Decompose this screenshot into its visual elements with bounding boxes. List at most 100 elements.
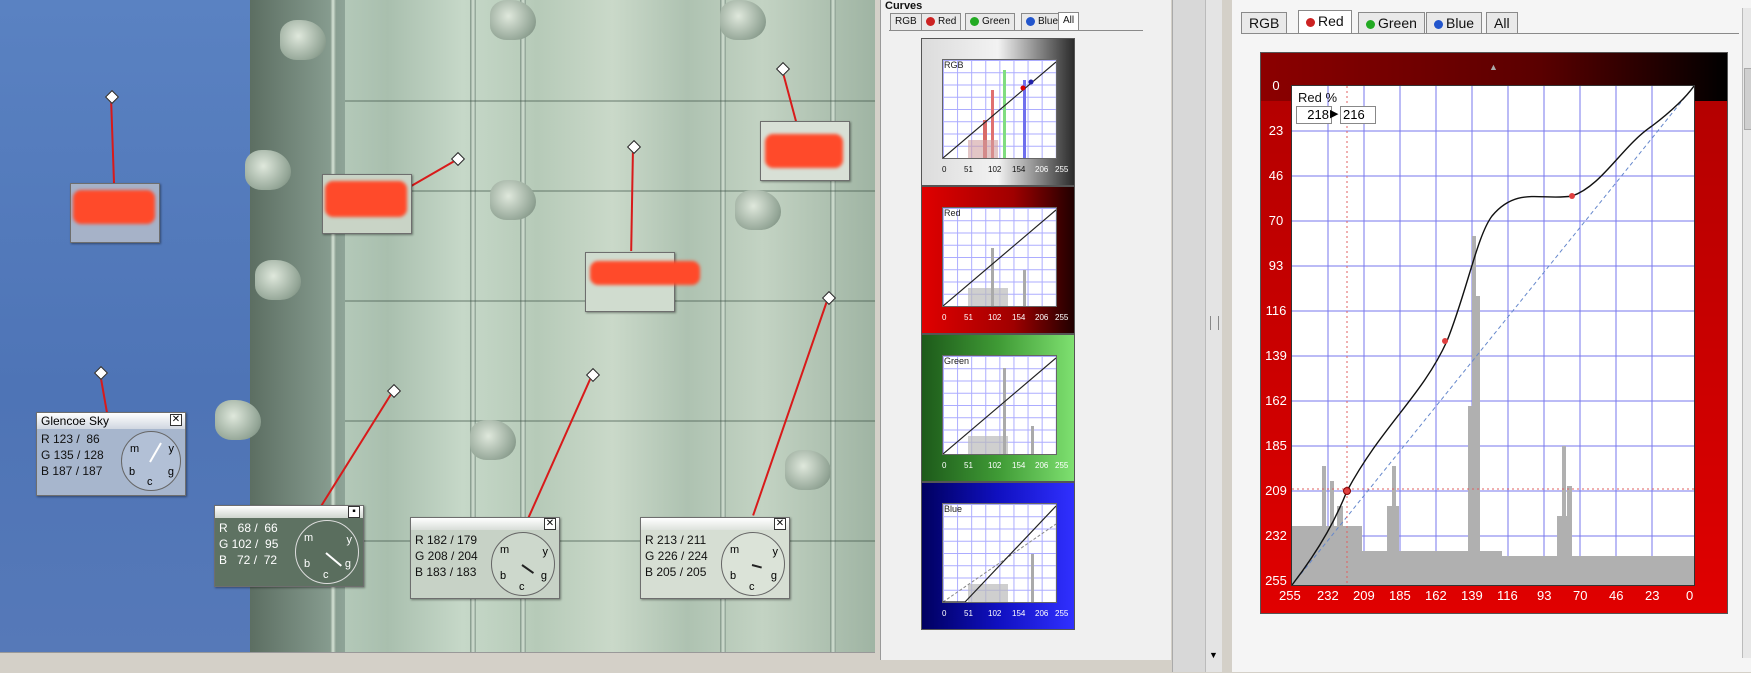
vertical-scrollbar[interactable]: [1742, 8, 1751, 658]
mini-curve-green[interactable]: Green 0 51 102 154 206 255: [921, 334, 1075, 482]
pin-icon[interactable]: ▪: [348, 506, 360, 518]
probe-window[interactable]: ✕ R 213 / 211 G 226 / 224 B 205 / 205 m …: [640, 517, 790, 599]
x-tick: 46: [1609, 588, 1624, 603]
x-tick: 255: [1055, 461, 1069, 470]
tab-divider: [889, 30, 1143, 31]
dial-label-g: g: [344, 558, 351, 570]
splitter-handle[interactable]: ▼: [1205, 0, 1222, 672]
red-curve[interactable]: [1292, 86, 1694, 585]
dial-label-c: c: [147, 476, 153, 488]
x-tick: 70: [1573, 588, 1588, 603]
probe-g-value: G 208 / 204: [415, 549, 478, 563]
green-dot-icon: [970, 16, 979, 26]
x-tick: 102: [988, 165, 1002, 174]
probe-b-value: B 187 / 187: [41, 464, 103, 478]
tab-blue[interactable]: Blue: [1426, 12, 1483, 33]
probe-window-redacted[interactable]: [760, 121, 850, 181]
x-tick: 255: [1055, 165, 1069, 174]
redaction-mark: [325, 181, 407, 217]
tab-rgb[interactable]: RGB: [890, 13, 922, 30]
red-dot-icon: [926, 16, 935, 26]
tab-label: Red: [938, 16, 957, 27]
y-tick: 232: [1265, 528, 1287, 543]
probe-g-value: G 102 / 95: [219, 537, 279, 551]
identity-line: [1292, 86, 1694, 585]
x-tick: 232: [1317, 588, 1339, 603]
y-tick: 23: [1268, 123, 1284, 138]
dial-label-g: g: [167, 466, 174, 478]
dial-label-m: m: [730, 544, 740, 556]
tab-green[interactable]: Green: [1358, 12, 1425, 33]
tab-blue[interactable]: Blue: [1021, 13, 1064, 30]
probe-g-value: G 226 / 224: [645, 549, 708, 563]
curve-control-point[interactable]: [1569, 193, 1575, 199]
mini-curve-red[interactable]: Red 0 51 102 154 206 255: [921, 186, 1075, 334]
y-tick: 139: [1265, 348, 1287, 363]
x-tick: 102: [988, 313, 1002, 322]
x-tick: 154: [1012, 165, 1026, 174]
curve-control-point[interactable]: [1442, 338, 1448, 344]
probe-window-redacted[interactable]: [70, 183, 160, 243]
dial-needle: [325, 552, 342, 567]
mini-curve-blue[interactable]: Blue 0 51 102 154 206 255: [921, 482, 1075, 630]
close-icon[interactable]: ✕: [544, 518, 556, 530]
readout-input-value: 218: [1296, 106, 1332, 124]
probe-r-value: R 182 / 179: [415, 533, 478, 547]
probe-window-redacted[interactable]: [585, 252, 700, 312]
x-tick: 0: [942, 165, 947, 174]
mini-curve-svg: [943, 505, 1056, 602]
dial-label-b: b: [730, 570, 737, 582]
y-tick: 255: [1265, 573, 1287, 588]
readout-output-value: 216: [1340, 106, 1376, 124]
color-dial: m y b c g: [491, 532, 555, 596]
x-tick: 154: [1012, 609, 1026, 618]
probe-b-value: B 205 / 205: [645, 565, 707, 579]
tab-label: RGB: [895, 16, 917, 27]
probe-r-value: R 68 / 66: [219, 521, 278, 535]
color-dial: m y b c g: [121, 431, 181, 491]
scrollbar-thumb[interactable]: [1744, 68, 1751, 130]
gargoyle: [785, 450, 831, 490]
x-tick: 154: [1012, 313, 1026, 322]
mini-plot: [942, 207, 1057, 307]
photo-canvas[interactable]: Glencoe Sky ✕ R 123 / 86 G 135 / 128 B 1…: [0, 0, 875, 652]
probe-window[interactable]: ✕ R 182 / 179 G 208 / 204 B 183 / 183 m …: [410, 517, 560, 599]
x-tick: 23: [1645, 588, 1660, 603]
red-curve-plot[interactable]: Red % 218 ▶ 216: [1291, 85, 1695, 586]
mini-chart-label: Green: [944, 356, 970, 366]
probe-titlebar[interactable]: [411, 518, 559, 530]
x-tick: 206: [1035, 609, 1049, 618]
color-dial: m y b c g: [721, 532, 785, 596]
tower-band: [345, 100, 875, 102]
x-tick: 0: [942, 313, 947, 322]
gargoyle: [720, 0, 766, 40]
status-bar: [0, 652, 875, 673]
close-icon[interactable]: ✕: [774, 518, 786, 530]
mini-curve-svg: [943, 61, 1056, 158]
probe-titlebar[interactable]: [641, 518, 789, 530]
x-tick: 255: [1055, 313, 1069, 322]
tower-band: [345, 420, 875, 422]
tab-divider: [1241, 33, 1739, 34]
mini-chart-label: RGB: [944, 60, 964, 70]
probe-window[interactable]: Glencoe Sky ✕ R 123 / 86 G 135 / 128 B 1…: [36, 412, 186, 496]
red-dot-icon: [1306, 17, 1315, 27]
collapse-icon[interactable]: ▲: [1489, 62, 1498, 72]
tower-seam: [830, 0, 836, 652]
tab-all[interactable]: All: [1058, 12, 1080, 30]
tab-all[interactable]: All: [1486, 12, 1518, 33]
probe-window-redacted[interactable]: [322, 174, 412, 234]
probe-window[interactable]: ▪ R 68 / 66 G 102 / 95 B 72 / 72 m y b c…: [214, 505, 364, 587]
curve-control-point[interactable]: [1343, 487, 1351, 495]
tab-green[interactable]: Green: [965, 13, 1015, 30]
probe-titlebar[interactable]: [215, 506, 363, 518]
tab-red[interactable]: Red: [1298, 10, 1352, 34]
panel-title: Curves: [885, 0, 923, 12]
x-tick: 0: [942, 609, 947, 618]
tab-red[interactable]: Red: [921, 13, 962, 30]
scroll-down-icon[interactable]: ▼: [1209, 650, 1218, 660]
mini-curve-rgb[interactable]: RGB 0 51 102 154 206 255: [921, 38, 1075, 186]
close-icon[interactable]: ✕: [170, 414, 182, 426]
tab-rgb[interactable]: RGB: [1241, 12, 1288, 33]
dial-label-m: m: [500, 544, 510, 556]
